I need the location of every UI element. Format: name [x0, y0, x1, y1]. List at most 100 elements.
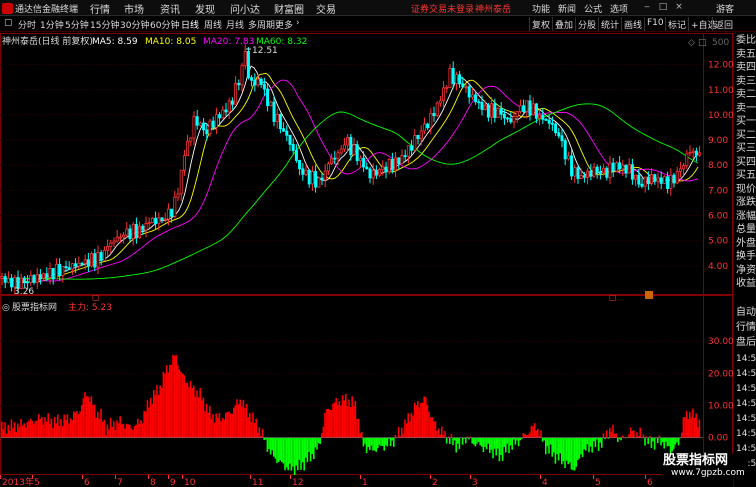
- panel-tab[interactable]: 自动: [736, 307, 756, 319]
- candle-body: [150, 217, 154, 224]
- indicator-bar: [415, 405, 417, 438]
- menu-wealth[interactable]: 财富圈: [274, 1, 304, 16]
- candle-body: [429, 113, 433, 129]
- settings-icon[interactable]: □: [698, 38, 707, 48]
- candle-body: [26, 281, 30, 284]
- period-tab-multi[interactable]: 多周期: [248, 18, 275, 31]
- indicator-bar: [77, 414, 80, 438]
- period-tab-daily[interactable]: 日线: [181, 18, 199, 31]
- candle-body: [464, 86, 468, 89]
- zoom-icon[interactable]: ◇: [688, 38, 695, 48]
- menu-news-right[interactable]: 新闻: [558, 2, 576, 15]
- candle-body: [0, 276, 4, 279]
- close-icon[interactable]: ×: [672, 2, 686, 12]
- indicator-bar: [437, 428, 440, 438]
- candle-body: [518, 105, 522, 112]
- indicator-bar: [610, 431, 613, 438]
- checkbox-icon[interactable]: ▢: [4, 18, 13, 28]
- candle-body: [352, 144, 356, 156]
- btn-split[interactable]: 分股: [575, 17, 598, 31]
- menu-quotes[interactable]: 行情: [90, 1, 110, 16]
- indicator-bar: [458, 437, 461, 449]
- indicator-bar: [501, 437, 504, 461]
- indicator-bar: [193, 385, 195, 438]
- period-tab-monthly[interactable]: 月线: [226, 18, 244, 31]
- btn-stats[interactable]: 统计: [598, 17, 621, 31]
- indicator-bar: [313, 437, 315, 460]
- indicator-bar: [133, 426, 136, 438]
- indicator-bar: [365, 437, 368, 454]
- maximize-icon[interactable]: □: [656, 2, 670, 12]
- btn-overlay[interactable]: 叠加: [552, 17, 575, 31]
- trade-time: 14:50: [736, 429, 756, 439]
- event-marker-icon[interactable]: ▢: [92, 293, 100, 302]
- candle-body: [157, 217, 161, 225]
- indicator-bar: [577, 437, 579, 460]
- period-tab-timeshare[interactable]: 分时: [18, 18, 36, 31]
- period-tab-weekly[interactable]: 周线: [204, 18, 222, 31]
- indicator-bar: [668, 437, 670, 447]
- candle-body: [6, 277, 10, 283]
- candle-body: [685, 153, 689, 167]
- btn-adjust[interactable]: 复权: [529, 17, 552, 31]
- indicator-bar: [60, 418, 62, 438]
- guest-label[interactable]: 游客: [716, 2, 734, 15]
- indicator-bar: [4, 422, 6, 438]
- event-flag-icon[interactable]: [645, 291, 653, 299]
- menu-options[interactable]: 选项: [610, 2, 628, 15]
- menu-news[interactable]: 资讯: [160, 1, 180, 16]
- candle-body: [624, 164, 628, 174]
- panel-tab[interactable]: 盘后: [736, 337, 756, 349]
- btn-back[interactable]: 返回: [712, 17, 735, 31]
- indicator-bar: [529, 432, 531, 438]
- indicator-bar: [674, 437, 677, 445]
- candle-body: [205, 129, 209, 135]
- candle-body: [326, 163, 330, 172]
- event-marker-icon[interactable]: ▢: [609, 293, 617, 302]
- period-tab-5min[interactable]: 5分钟: [65, 18, 89, 31]
- login-warning[interactable]: 证券交易未登录: [411, 2, 474, 15]
- candle-body: [125, 228, 129, 236]
- menu-market[interactable]: 市场: [124, 1, 144, 16]
- candle-body: [522, 105, 526, 112]
- indicator-bar: [567, 437, 569, 465]
- period-tab-15min[interactable]: 15分钟: [90, 18, 119, 31]
- btn-draw[interactable]: 画线: [621, 17, 644, 31]
- menu-function[interactable]: 功能: [532, 2, 550, 15]
- kline-chart[interactable]: 神州泰岳(日线 前复权) MA5: 8.59 MA10: 8.05 MA20: …: [0, 33, 733, 487]
- period-tab-1min[interactable]: 1分钟: [40, 18, 64, 31]
- indicator-bar: [266, 437, 269, 452]
- candle-body: [48, 267, 52, 278]
- indicator-bar: [522, 432, 525, 438]
- period-tab-60min[interactable]: 60分钟: [150, 18, 179, 31]
- btn-mark[interactable]: 标记: [665, 17, 688, 31]
- period-tab-more[interactable]: 更多: [275, 18, 293, 31]
- btn-f10[interactable]: F10: [644, 17, 666, 31]
- indicator-bar: [433, 421, 435, 438]
- indicator-bar: [63, 414, 65, 438]
- menu-formula[interactable]: 公式: [584, 2, 602, 15]
- minimize-icon[interactable]: ‒: [640, 2, 654, 12]
- price-axis: 12.00 11.00 10.00 9.00 8.00 7.00 6.00 5.00 4.00: [708, 61, 733, 272]
- more-arrow-icon[interactable]: ›: [296, 18, 300, 28]
- indicator-bar: [690, 417, 693, 438]
- ma20-label: MA20: 7.83: [203, 37, 254, 47]
- menu-trade[interactable]: 交易: [316, 1, 336, 16]
- indicator-bar: [503, 437, 505, 447]
- period-tab-30min[interactable]: 30分钟: [120, 18, 149, 31]
- indicator-bar: [290, 437, 293, 471]
- indicator-bar: [573, 437, 576, 471]
- candle-body: [115, 236, 119, 242]
- panel-tab[interactable]: 行情: [736, 322, 756, 334]
- candle-body: [234, 82, 238, 105]
- quote-panel: 委比 卖五 卖四 卖三 卖二 卖一 买一 买二 买三 买四 买五 现价 涨跌 涨幅 总量 外盘 换手 净资 收益 自动…: [733, 33, 756, 487]
- indicator-bar: [385, 437, 387, 446]
- menu-discover[interactable]: 发现: [195, 1, 215, 16]
- candle-body: [160, 217, 164, 221]
- indicator-bar: [189, 380, 192, 438]
- menu-ask[interactable]: 问小达: [230, 1, 260, 16]
- indicator-bar: [196, 390, 198, 438]
- indicator-bar: [549, 437, 552, 445]
- indicator-bar: [321, 433, 323, 438]
- time-label: 2013年: [2, 476, 34, 487]
